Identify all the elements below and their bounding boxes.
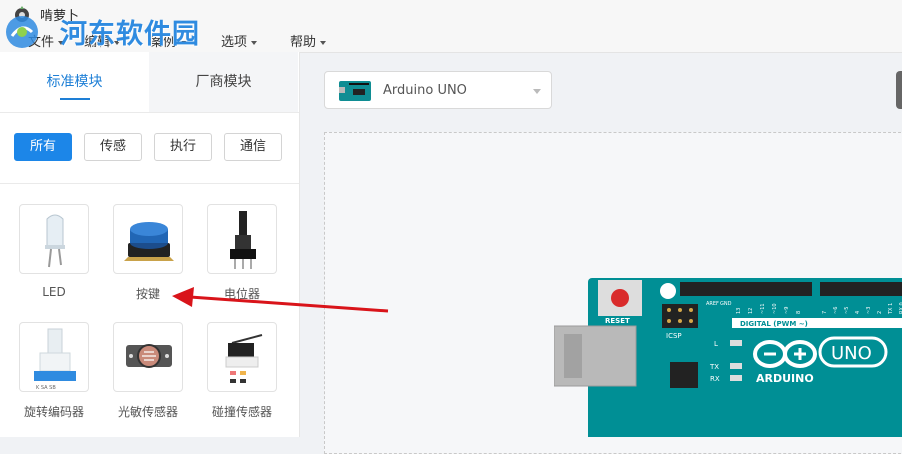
module-panel: 标准模块 厂商模块 所有 传感 执行 通信 LED 按键 电位器 K SA SB…: [0, 52, 300, 437]
filter-sensor-button[interactable]: 传感: [84, 133, 142, 161]
pin-label: 12: [748, 308, 754, 314]
rotary-encoder-icon: K SA SB: [34, 328, 76, 391]
arduino-board-icon: [339, 81, 371, 101]
component-card-photoresistor[interactable]: [113, 322, 183, 392]
digital-label: DIGITAL (PWM ~): [740, 320, 808, 328]
component-label-rotary-encoder: 旋转编码器: [23, 405, 84, 419]
menu-examples[interactable]: 案例: [150, 31, 186, 50]
board-select-value: Arduino UNO: [383, 83, 467, 98]
icsp-header: [662, 304, 698, 328]
reset-label: RESET: [605, 317, 630, 325]
menu-file[interactable]: 文件: [28, 31, 64, 50]
menu-help[interactable]: 帮助: [290, 31, 326, 50]
tab-standard-modules[interactable]: 标准模块: [0, 52, 149, 112]
pin-label: ~3: [866, 307, 872, 314]
component-card-collision-sensor[interactable]: [207, 322, 277, 392]
category-filters: 所有 传感 执行 通信: [0, 113, 299, 184]
svg-text:K SA SB: K SA SB: [36, 385, 56, 391]
component-card-button[interactable]: [113, 204, 183, 274]
push-button-icon: [124, 222, 174, 261]
usb-port-inner: [564, 334, 582, 378]
digital-header-high: [680, 282, 812, 296]
pin-label: 7: [822, 311, 828, 314]
component-label-button: 按键: [135, 287, 160, 301]
mounting-hole: [660, 283, 676, 299]
filter-actuator-button[interactable]: 执行: [154, 133, 212, 161]
gnd-label: GND: [720, 301, 732, 307]
component-label-photoresistor: 光敏传感器: [117, 405, 178, 419]
arduino-uno-board[interactable]: RESET ICSP AREF GND 13 12 ~11 ~10 ~9 8 7 ~6 ~5 4…: [554, 278, 902, 437]
icsp-label: ICSP: [666, 332, 682, 340]
digital-header-low: [820, 282, 902, 296]
toolbar-edge-button[interactable]: [896, 71, 902, 109]
active-tab-indicator: [60, 98, 90, 100]
component-card-potentiometer[interactable]: [207, 204, 277, 274]
window-title: 啃萝卜: [40, 9, 80, 24]
pin-label: 8: [796, 311, 802, 314]
aref-label: AREF: [706, 301, 719, 307]
led-l-label: L: [714, 340, 718, 348]
menu-edit[interactable]: 编辑: [84, 31, 120, 50]
potentiometer-icon: [230, 211, 256, 269]
component-card-rotary-encoder[interactable]: K SA SB: [19, 322, 89, 392]
pin-label: 13: [736, 308, 742, 314]
pin-label: ~5: [844, 307, 850, 314]
pin-label: ~11: [760, 303, 766, 314]
led-tx-label: TX: [709, 363, 719, 371]
tab-vendor-modules[interactable]: 厂商模块: [149, 52, 298, 112]
title-bar: 啃萝卜: [0, 0, 902, 26]
board-select[interactable]: Arduino UNO: [324, 71, 552, 109]
chip: [670, 362, 698, 388]
led-rx-indicator: [730, 375, 742, 381]
app-logo-icon: [15, 6, 29, 22]
menu-options[interactable]: 选项: [221, 31, 257, 50]
uno-label: UNO: [831, 343, 872, 364]
component-label-potentiometer: 电位器: [223, 287, 260, 301]
menu-bar: 文件 编辑 案例 选项 帮助: [0, 26, 902, 53]
led-l-indicator: [730, 340, 742, 346]
reset-button-cap: [611, 289, 629, 307]
arduino-brand-label: ARDUINO: [756, 372, 814, 385]
pin-label: TX 1: [888, 303, 894, 315]
module-tabs: 标准模块 厂商模块: [0, 52, 299, 113]
led-tx-indicator: [730, 363, 742, 369]
pin-label: ~9: [784, 307, 790, 314]
photoresistor-icon: [126, 344, 172, 368]
pin-label: 2: [877, 311, 883, 314]
filter-comm-button[interactable]: 通信: [224, 133, 282, 161]
filter-all-button[interactable]: 所有: [14, 133, 72, 161]
led-icon: [45, 214, 65, 268]
component-card-led[interactable]: [19, 204, 89, 274]
component-label-led: LED: [42, 285, 66, 299]
pin-label: ~10: [772, 303, 778, 314]
component-label-collision-sensor: 碰撞传感器: [211, 405, 272, 419]
pin-label: ~6: [833, 307, 839, 314]
collision-switch-icon: [225, 334, 263, 383]
chevron-down-icon: [533, 89, 541, 94]
led-rx-label: RX: [710, 375, 720, 383]
pin-label: 4: [855, 311, 861, 314]
